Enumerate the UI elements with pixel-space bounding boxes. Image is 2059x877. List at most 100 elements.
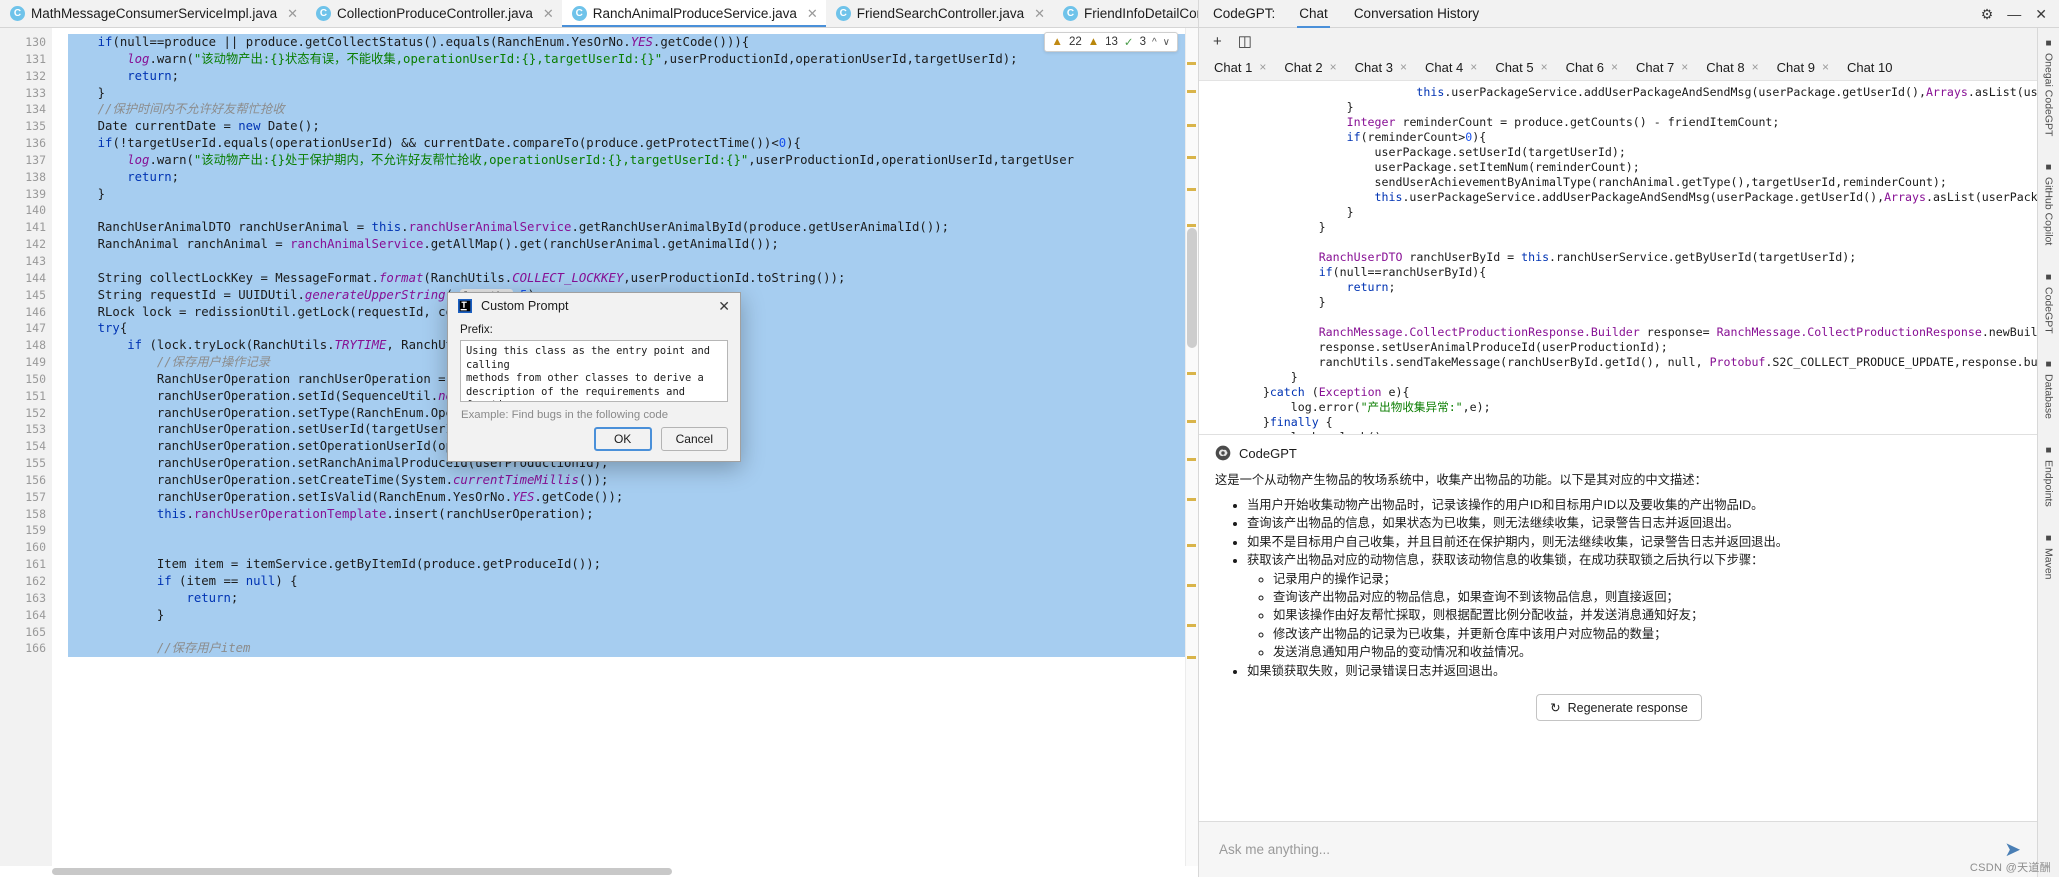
cancel-button[interactable]: Cancel [660,427,728,451]
code-line: return; [68,589,1198,607]
chat-code-snippet: this.userPackageService.addUserPackageAn… [1199,81,2037,434]
line-number: 165 [25,624,46,639]
chat-tab[interactable]: Chat 1 × [1205,60,1275,75]
tab-close-icon[interactable]: ✕ [287,7,298,20]
tab-chat[interactable]: Chat [1297,1,1330,28]
tool-window-button[interactable]: ■ Onegai CodeGPT [2043,38,2055,136]
ask-input-row[interactable]: ➤ [1199,821,2037,877]
code-line: Item item = itemService.getByItemId(prod… [68,556,1198,573]
code-line [68,252,1198,270]
warning-count: 22 [1068,36,1082,48]
line-number-gutter: 130 131 132 133 134 135 136 137 138 139 140 141 142 1… [0,28,52,866]
answer-bullet-text: 获取该产出物品对应的动物信息，获取该动物信息的收集锁，在成功获取锁之后执行以下步… [1247,553,1764,568]
chat-tab[interactable]: Chat 7 × [1627,60,1697,75]
close-icon[interactable]: ✕ [2035,7,2047,21]
line-number: 143 [25,253,46,268]
prefix-textarea[interactable]: Using this class as the entry point and … [460,340,728,402]
chevron-up-icon[interactable]: ^ [1152,37,1157,48]
weak-warning-count: 13 [1105,36,1118,48]
chat-toolbar: + ◫ [1199,28,2037,54]
chat-tab-close-icon[interactable]: × [1541,60,1548,74]
chat-tab[interactable]: Chat 2 × [1275,60,1345,75]
chat-tab-close-icon[interactable]: × [1400,60,1407,74]
inspection-ok-count: 3 [1139,36,1146,48]
minimize-icon[interactable]: — [2007,7,2021,21]
code-line: if (item == null) { [68,573,1198,590]
editor-tab-label: FriendSearchController.java [856,6,1025,21]
close-icon[interactable]: ✕ [716,299,732,313]
chat-tab[interactable]: Chat 9 × [1768,60,1838,75]
tab-close-icon[interactable]: ✕ [807,7,818,20]
watermark: CSDN @天道酬 [1969,862,2051,874]
line-number: 142 [25,237,46,252]
tab-close-icon[interactable]: ✕ [1034,7,1045,20]
custom-prompt-dialog[interactable]: Custom Prompt ✕ Prefix: Using this class… [447,292,741,462]
line-number: 150 [25,371,46,386]
chat-tab[interactable]: Chat 3 × [1346,60,1416,75]
editor-tab[interactable]: C RanchAnimalProduceService.java ✕ [561,0,826,27]
chat-code-line: } [1207,370,1298,384]
line-number: 133 [25,85,46,100]
chat-tab-close-icon[interactable]: × [1470,60,1477,74]
answer-bullet: 获取该产出物品对应的动物信息，获取该动物信息的收集锁，在成功获取锁之后执行以下步… [1247,551,2023,661]
chat-tab-bar: Chat 1 × Chat 2 × Chat 3 × Chat 4 × Chat 5 × Chat … [1199,54,2037,80]
tab-close-icon[interactable]: ✕ [543,7,554,20]
tool-window-button[interactable]: ■ Maven [2043,533,2055,580]
chat-tab[interactable]: Chat 8 × [1697,60,1767,75]
weak-warning-icon: ▲ [1087,36,1100,48]
chat-tab[interactable]: Chat 10 [1838,60,1902,75]
chat-code-line: if(null==ranchUserById){ [1318,265,1487,279]
code-line: if(!targetUserId.equals(operationUserId)… [68,135,1198,152]
ask-input[interactable] [1217,841,1995,858]
chat-tab[interactable]: Chat 6 × [1557,60,1627,75]
chat-tab-close-icon[interactable]: × [1752,60,1759,74]
intellij-idea-icon [458,299,472,313]
plus-icon[interactable]: + [1213,34,1222,49]
line-number: 155 [25,456,46,471]
chat-code-line: } [1207,295,1326,309]
editor-horizontal-scrollbar[interactable] [0,866,1198,877]
stripe-marker [1187,458,1196,461]
send-arrow-icon[interactable]: ➤ [2004,840,2021,860]
tool-window-button[interactable]: ■ CodeGPT [2043,272,2055,334]
gutter-markers [52,28,64,866]
editor-tab[interactable]: C CollectionProduceController.java ✕ [306,0,562,27]
tab-conversation-history[interactable]: Conversation History [1352,1,1481,27]
chat-tab[interactable]: Chat 5 × [1486,60,1556,75]
answer-bullet-text: 当用户开始收集动物产出物品时，记录该操作的用户ID和目标用户ID以及要收集的产出… [1247,498,1764,512]
chat-tab-close-icon[interactable]: × [1681,60,1688,74]
line-number: 130 [25,35,46,49]
editor-vertical-scrollbar-thumb[interactable] [1187,228,1197,348]
java-class-icon: C [1063,6,1079,21]
line-number: 134 [25,102,46,117]
dialog-title-bar: Custom Prompt ✕ [448,293,740,319]
panel-window-controls: ⚙ — ✕ [1981,7,2059,21]
tool-window-button[interactable]: ■ Endpoints [2043,445,2055,507]
chat-tab-close-icon[interactable]: × [1611,60,1618,74]
answer-bullet: 如果不是目标用户自己收集，并且目前还在保护期内，则无法继续收集，记录警告日志并返… [1247,533,2023,551]
editor-marker-stripe[interactable] [1185,28,1198,866]
chat-code-line: } [1207,205,1354,219]
chevron-down-icon[interactable]: ∨ [1163,37,1170,48]
tool-window-button[interactable]: ■ GitHub Copilot [2043,162,2055,245]
inspection-widget[interactable]: ▲ 22 ▲ 13 ✓ 3 ^ ∨ [1043,32,1178,52]
codegpt-panel: + ◫ Chat 1 × Chat 2 × Chat 3 × Chat 4 × Chat 5 × C… [1198,28,2037,877]
code-line: RanchUserAnimalDTO ranchUserAnimal = thi… [68,219,1198,237]
chat-tab-close-icon[interactable]: × [1259,60,1266,74]
split-panel-icon[interactable]: ◫ [1238,34,1252,49]
editor-tab[interactable]: C MathMessageConsumerServiceImpl.java ✕ [0,0,307,27]
tool-window-button[interactable]: ■ Database [2043,359,2055,419]
chat-code-line: RanchUserDTO ranchUserById = this.ranchU… [1318,250,1857,264]
editor-tab[interactable]: C FriendSearchController.java ✕ [825,0,1054,27]
java-class-icon: C [316,6,332,21]
chat-tab[interactable]: Chat 4 × [1416,60,1486,75]
chat-tab-label: Chat 2 [1284,59,1323,75]
code-line: ranchUserOperation.setCreateTime(System.… [68,471,1198,489]
gear-icon[interactable]: ⚙ [1981,7,1994,21]
editor-tab[interactable]: C FriendInfoDetailControll [1053,0,1198,27]
chat-tab-close-icon[interactable]: × [1822,60,1829,74]
regenerate-response-button[interactable]: ↻ Regenerate response [1536,694,1702,722]
stripe-marker [1187,124,1196,127]
chat-tab-close-icon[interactable]: × [1330,60,1337,74]
ok-button[interactable]: OK [593,427,652,451]
